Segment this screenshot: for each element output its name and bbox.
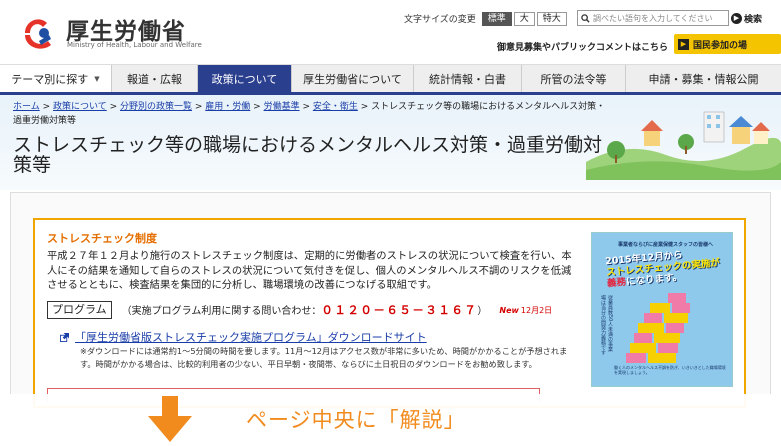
section-description: 平成２７年１２月より施行のストレスチェック制度は、定期的に労働者のストレスの状況… bbox=[47, 250, 572, 291]
brochure-blocks-graphic bbox=[626, 293, 690, 363]
nav-item-applications[interactable]: 申請・募集・情報公開 bbox=[626, 65, 781, 92]
search-placeholder: 調べたい語句を入力してください bbox=[593, 13, 713, 23]
search-button[interactable]: ▶ 検索 bbox=[731, 10, 762, 26]
font-size-label: 文字サイズの変更 bbox=[404, 15, 476, 25]
program-row: プログラム （実施プログラム利用に関する問い合わせ：０１２０－６５－３１６７） … bbox=[47, 300, 552, 320]
program-contact: （実施プログラム利用に関する問い合わせ：０１２０－６５－３１６７） bbox=[122, 302, 488, 318]
nav-item-theme[interactable]: テーマ別に探す ▼ bbox=[0, 65, 112, 92]
download-site-link[interactable]: 「厚生労働省版ストレスチェック実施プログラム」ダウンロードサイト bbox=[60, 329, 427, 345]
arrow-down-icon bbox=[148, 396, 192, 442]
font-size-large-button[interactable]: 大 bbox=[513, 11, 535, 26]
new-badge: New bbox=[499, 305, 519, 315]
external-link-icon bbox=[60, 332, 69, 342]
program-phone: ０１２０－６５－３１６７ bbox=[321, 303, 478, 317]
brochure-headline-duty: 義務 bbox=[606, 276, 627, 290]
breadcrumb: ホーム > 政策について > 分野別の政策一覧 > 雇用・労働 > 労働基準 >… bbox=[13, 102, 606, 126]
nav-item-label: テーマ別に探す bbox=[11, 72, 89, 86]
arrow-right-icon: ▶ bbox=[678, 38, 689, 50]
page-title: ストレスチェック等の職場におけるメンタルヘルス対策・過重労働対策等 bbox=[13, 134, 603, 176]
font-size-xlarge-button[interactable]: 特大 bbox=[536, 11, 567, 26]
site-subtitle: Ministry of Health, Labour and Welfare bbox=[67, 41, 202, 49]
breadcrumb-link-safety[interactable]: 安全・衛生 bbox=[313, 102, 358, 112]
nav-item-policy[interactable]: 政策について bbox=[198, 65, 292, 92]
mhlw-logo-icon[interactable] bbox=[17, 11, 57, 51]
section-title: ストレスチェック制度 bbox=[47, 232, 157, 245]
site-header: 厚生労働省 Ministry of Health, Labour and Wel… bbox=[0, 0, 781, 64]
brochure-image[interactable]: 事業者ならびに産業保健スタッフの皆様へ 2015年12月から ストレスチェックの… bbox=[591, 232, 733, 387]
download-note: ※ダウンロードには通常約1～5分間の時間を要します。11月～12月はアクセス数が… bbox=[80, 346, 568, 370]
nav-item-statistics[interactable]: 統計情報・白書 bbox=[414, 65, 522, 92]
public-participation-button[interactable]: ▶ 国民参加の場 bbox=[674, 34, 781, 54]
global-nav: テーマ別に探す ▼ 報道・広報 政策について 厚生労働省について 統計情報・白書 … bbox=[0, 64, 781, 95]
breadcrumb-link-labor-standards[interactable]: 労働基準 bbox=[264, 102, 300, 112]
new-date: 12月2日 bbox=[520, 305, 553, 315]
program-contact-text: （実施プログラム利用に関する問い合わせ： bbox=[121, 306, 322, 317]
nav-item-laws[interactable]: 所管の法令等 bbox=[522, 65, 626, 92]
font-size-standard-button[interactable]: 標準 bbox=[481, 11, 512, 26]
search-icon bbox=[581, 13, 590, 23]
town-illustration bbox=[586, 111, 781, 180]
program-contact-close: ） bbox=[477, 306, 488, 317]
search-input[interactable]: 調べたい語句を入力してください bbox=[577, 10, 729, 26]
nav-item-press[interactable]: 報道・広報 bbox=[112, 65, 198, 92]
font-size-switcher: 文字サイズの変更 標準 大 特大 bbox=[404, 11, 569, 26]
breadcrumb-link-policy[interactable]: 政策について bbox=[53, 102, 107, 112]
public-participation-label: 国民参加の場 bbox=[693, 40, 748, 51]
brochure-headline: 2015年12月から ストレスチェックの実施が 義務になります。 bbox=[605, 246, 731, 290]
caption-text: ページ中央に「解説」 bbox=[246, 408, 466, 432]
breadcrumb-link-policy-list[interactable]: 分野別の政策一覧 bbox=[120, 102, 192, 112]
brochure-footer: 働く人のメンタルヘルス不調を防ぎ、いきいきとした職場環境を実現しましょう。 bbox=[614, 365, 726, 375]
program-label: プログラム bbox=[47, 301, 112, 319]
brochure-audience: 事業者ならびに産業保健スタッフの皆様へ bbox=[618, 242, 714, 248]
brochure-vertical-note: 従業員数50人未満の事業場は当分の間努力義務です bbox=[600, 295, 613, 355]
public-comment-link[interactable]: 御意見募集やパブリックコメントはこちら bbox=[497, 40, 668, 53]
chevron-down-icon: ▼ bbox=[94, 74, 100, 83]
download-site-label: 「厚生労働省版ストレスチェック実施プログラム」ダウンロードサイト bbox=[75, 331, 427, 344]
breadcrumb-link-home[interactable]: ホーム bbox=[13, 102, 40, 112]
breadcrumb-link-employment[interactable]: 雇用・労働 bbox=[205, 102, 250, 112]
search-button-label: 検索 bbox=[744, 14, 763, 25]
nav-item-about[interactable]: 厚生労働省について bbox=[292, 65, 414, 92]
arrow-right-icon: ▶ bbox=[731, 12, 742, 24]
